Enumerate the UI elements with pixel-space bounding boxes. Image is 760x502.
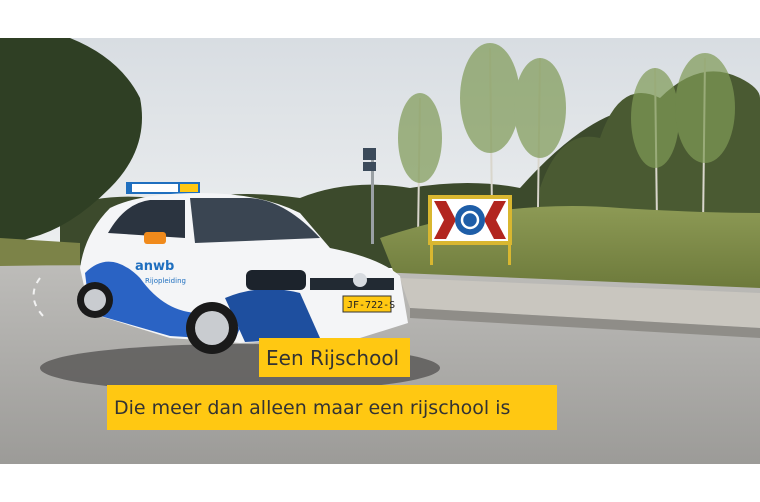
license-plate: JF-722-S	[347, 300, 395, 311]
car-branding-sub: Rijopleiding	[145, 277, 186, 285]
car-branding: anwb	[135, 259, 174, 274]
hero-title: Een Rijschool	[259, 338, 410, 377]
left-grass	[0, 238, 80, 270]
hero-subtitle: Die meer dan alleen maar een rijschool i…	[107, 385, 557, 430]
